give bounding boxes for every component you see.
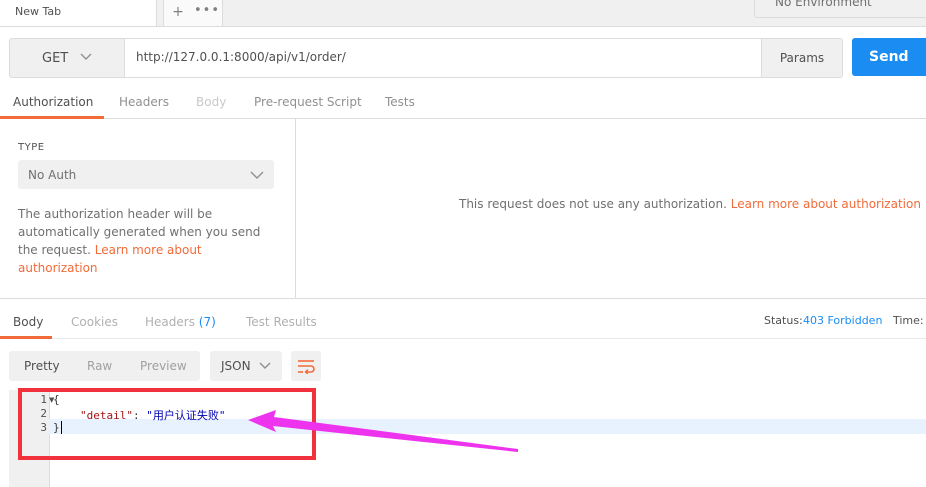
annotation-arrow-icon — [248, 410, 518, 452]
